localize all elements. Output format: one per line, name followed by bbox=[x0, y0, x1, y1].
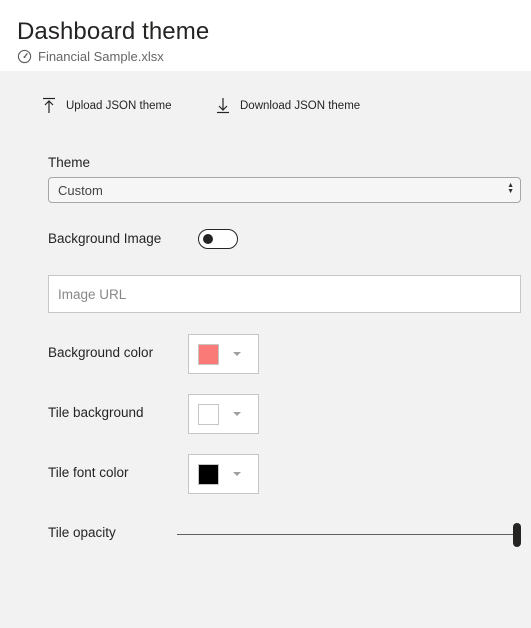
download-arrow-icon bbox=[217, 98, 229, 114]
gauge-icon bbox=[17, 49, 32, 64]
page-title: Dashboard theme bbox=[17, 18, 210, 45]
chevron-down-icon bbox=[233, 352, 241, 356]
theme-select-value: Custom bbox=[58, 183, 103, 198]
download-label: Download JSON theme bbox=[240, 99, 361, 112]
chevron-down-icon bbox=[233, 412, 241, 416]
download-json-theme-button[interactable]: Download JSON theme bbox=[216, 97, 360, 114]
background-color-picker[interactable] bbox=[188, 334, 259, 374]
tile-background-picker[interactable] bbox=[188, 394, 259, 434]
subtitle-text: Financial Sample.xlsx bbox=[38, 49, 164, 64]
tile-font-color-picker[interactable] bbox=[188, 454, 259, 494]
theme-select[interactable]: Custom ▲ ▼ bbox=[48, 177, 521, 203]
tile-opacity-label: Tile opacity bbox=[48, 525, 116, 540]
background-image-label: Background Image bbox=[48, 231, 162, 246]
image-url-input[interactable] bbox=[48, 275, 521, 313]
upload-json-theme-button[interactable]: Upload JSON theme bbox=[42, 97, 171, 114]
tile-background-label: Tile background bbox=[48, 405, 144, 420]
header: Dashboard theme Financial Sample.xlsx bbox=[0, 0, 531, 71]
toggle-knob bbox=[203, 234, 213, 244]
tile-background-swatch bbox=[198, 404, 219, 425]
background-color-swatch bbox=[198, 344, 219, 365]
background-color-label: Background color bbox=[48, 345, 154, 360]
subtitle: Financial Sample.xlsx bbox=[17, 49, 164, 64]
chevron-down-icon bbox=[233, 472, 241, 476]
tile-opacity-slider-track[interactable] bbox=[177, 534, 515, 535]
background-image-toggle[interactable] bbox=[198, 229, 238, 249]
select-arrows-icon: ▲ ▼ bbox=[507, 182, 514, 195]
theme-label: Theme bbox=[48, 155, 91, 170]
tile-opacity-slider-thumb[interactable] bbox=[513, 523, 521, 547]
upload-arrow-icon bbox=[43, 97, 55, 113]
tile-font-color-label: Tile font color bbox=[48, 465, 129, 480]
tile-font-color-swatch bbox=[198, 464, 219, 485]
upload-label: Upload JSON theme bbox=[66, 99, 172, 112]
